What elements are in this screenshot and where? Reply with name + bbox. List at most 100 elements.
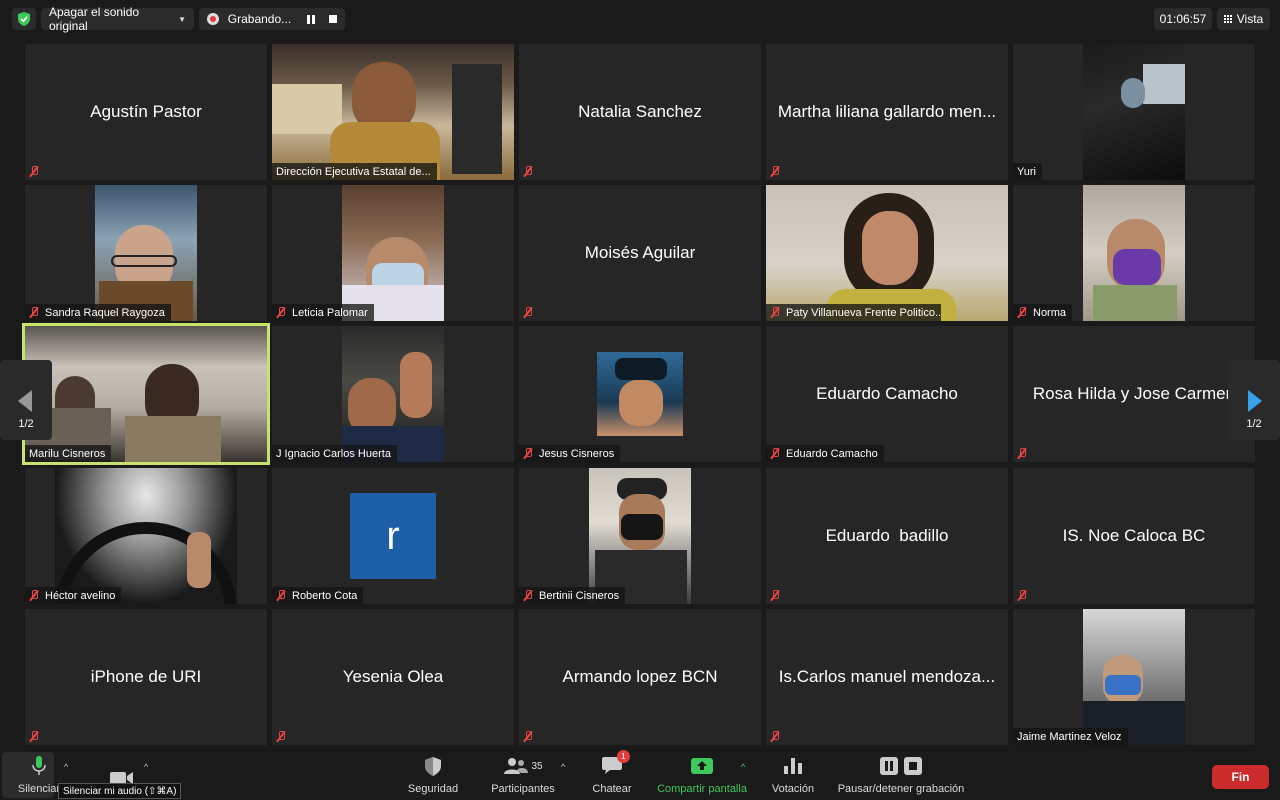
participant-tile[interactable]: iPhone de URI bbox=[25, 609, 267, 745]
video-options-caret-icon[interactable]: ^ bbox=[144, 762, 148, 772]
grid-view-icon bbox=[1223, 15, 1232, 23]
poll-chart-icon bbox=[784, 755, 802, 777]
participant-video-tile[interactable]: Leticia Palomar bbox=[272, 185, 514, 321]
stop-icon[interactable] bbox=[329, 15, 337, 23]
muted-mic-icon bbox=[29, 590, 39, 601]
original-sound-toggle[interactable]: Apagar el sonido original ▼ bbox=[41, 5, 194, 33]
muted-mic-icon bbox=[276, 307, 286, 318]
participants-button[interactable]: 35 Participantes bbox=[486, 748, 560, 800]
audio-options-caret-icon[interactable]: ^ bbox=[64, 762, 68, 772]
muted-mic-icon bbox=[1017, 590, 1027, 601]
chat-badge: 1 bbox=[617, 750, 630, 763]
pause-icon[interactable] bbox=[307, 14, 316, 24]
participant-name: Bertinii Cisneros bbox=[539, 589, 620, 602]
participants-caret-icon[interactable]: ^ bbox=[561, 762, 565, 772]
participant-tile[interactable]: Martha liliana gallardo men... bbox=[766, 44, 1008, 180]
participant-video-tile[interactable]: Jaime Martinez Veloz bbox=[1013, 609, 1255, 745]
participant-video-tile[interactable]: J Ignacio Carlos Huerta bbox=[272, 326, 514, 462]
muted-mic-icon bbox=[523, 590, 533, 601]
active-speaker-tile[interactable]: Marilu Cisneros bbox=[22, 323, 270, 465]
recording-indicator: Grabando... bbox=[199, 8, 345, 30]
participant-label: Jesus Cisneros bbox=[519, 445, 621, 462]
previous-page-button[interactable]: 1/2 bbox=[0, 360, 52, 440]
participant-label: J Ignacio Carlos Huerta bbox=[272, 445, 397, 462]
participant-name: Leticia Palomar bbox=[292, 306, 368, 319]
recording-label: Grabando... bbox=[227, 12, 292, 26]
participant-tile[interactable]: r Roberto Cota bbox=[272, 468, 514, 604]
meeting-toolbar bbox=[0, 748, 1280, 800]
participant-tile[interactable]: Eduardo Camacho Eduardo Camacho bbox=[766, 326, 1008, 462]
share-options-caret-icon[interactable]: ^ bbox=[741, 762, 745, 772]
participant-video-tile[interactable]: Norma bbox=[1013, 185, 1255, 321]
participant-name: Yuri bbox=[1017, 165, 1036, 178]
participant-name: IS. Noe Caloca BC bbox=[1062, 526, 1206, 545]
participant-tile[interactable]: Natalia Sanchez bbox=[519, 44, 761, 180]
participant-video-tile[interactable]: Yuri bbox=[1013, 44, 1255, 180]
muted-mic-icon bbox=[770, 731, 780, 742]
shield-icon bbox=[425, 755, 441, 777]
chat-button[interactable]: 1 Chatear bbox=[588, 748, 636, 800]
caret-down-icon[interactable]: ▼ bbox=[178, 15, 186, 24]
muted-mic-icon bbox=[523, 448, 533, 459]
participant-video-tile[interactable]: Sandra Raquel Raygoza bbox=[25, 185, 267, 321]
poll-label: Votación bbox=[771, 783, 815, 795]
participant-video-tile[interactable]: Héctor avelino bbox=[25, 468, 267, 604]
original-sound-label: Apagar el sonido original bbox=[49, 5, 140, 33]
participant-tile[interactable]: Agustín Pastor bbox=[25, 44, 267, 180]
view-button[interactable]: Vista bbox=[1217, 8, 1270, 30]
arrow-left-icon bbox=[18, 390, 32, 412]
participant-name: J Ignacio Carlos Huerta bbox=[276, 447, 391, 460]
video-feed bbox=[342, 185, 444, 321]
participant-tile[interactable]: Eduardo badillo bbox=[766, 468, 1008, 604]
share-screen-label: Compartir pantalla bbox=[657, 783, 747, 795]
participant-label: Norma bbox=[1013, 304, 1073, 321]
participant-label-name: Eduardo Camacho bbox=[786, 447, 878, 460]
participant-video-tile[interactable]: Bertinii Cisneros bbox=[519, 468, 761, 604]
arrow-right-icon bbox=[1248, 390, 1262, 412]
participant-tile[interactable]: IS. Noe Caloca BC bbox=[1013, 468, 1255, 604]
participant-tile[interactable]: Armando lopez BCN bbox=[519, 609, 761, 745]
avatar: r bbox=[350, 493, 436, 579]
record-icon bbox=[207, 13, 219, 25]
pause-stop-recording-button[interactable]: Pausar/detener grabación bbox=[833, 748, 969, 800]
security-shield-icon[interactable] bbox=[12, 8, 36, 30]
pause-stop-icon bbox=[880, 755, 922, 777]
poll-button[interactable]: Votación bbox=[766, 748, 820, 800]
participant-tile[interactable]: Rosa Hilda y Jose Carmen bbox=[1013, 326, 1255, 462]
share-screen-icon bbox=[691, 755, 713, 777]
participant-video-tile[interactable]: Paty Villanueva Frente Politico... bbox=[766, 185, 1008, 321]
participant-label: Héctor avelino bbox=[25, 587, 122, 604]
tooltip: Silenciar mi audio (⇧⌘A) bbox=[58, 783, 182, 799]
participant-name: Roberto Cota bbox=[292, 589, 358, 602]
participant-name: Is.Carlos manuel mendoza... bbox=[778, 667, 996, 686]
participant-tile[interactable]: Moisés Aguilar bbox=[519, 185, 761, 321]
mute-button[interactable]: Silenciar bbox=[14, 748, 64, 800]
security-label: Seguridad bbox=[407, 783, 459, 795]
participants-count: 35 bbox=[531, 760, 543, 772]
participant-video-tile[interactable]: Dirección Ejecutiva Estatal de... bbox=[272, 44, 514, 180]
muted-mic-icon bbox=[29, 307, 39, 318]
muted-mic-icon bbox=[770, 448, 780, 459]
participants-label: Participantes bbox=[491, 783, 555, 795]
participant-name: Agustín Pastor bbox=[90, 102, 202, 121]
participant-name: Eduardo Camacho bbox=[816, 384, 958, 403]
end-meeting-button[interactable]: Fin bbox=[1212, 765, 1269, 789]
muted-mic-icon bbox=[1017, 448, 1027, 459]
share-screen-button[interactable]: Compartir pantalla bbox=[650, 748, 754, 800]
participant-tile[interactable]: Yesenia Olea bbox=[272, 609, 514, 745]
muted-mic-icon bbox=[276, 590, 286, 601]
mute-label: Silenciar bbox=[17, 783, 61, 795]
security-button[interactable]: Seguridad bbox=[400, 748, 466, 800]
microphone-icon bbox=[32, 755, 46, 777]
muted-mic-icon bbox=[29, 731, 39, 742]
next-page-button[interactable]: 1/2 bbox=[1228, 360, 1280, 440]
chat-label: Chatear bbox=[592, 783, 632, 795]
participant-tile[interactable]: Jesus Cisneros bbox=[519, 326, 761, 462]
video-feed bbox=[272, 44, 514, 180]
participant-label: Leticia Palomar bbox=[272, 304, 374, 321]
participant-tile[interactable]: Is.Carlos manuel mendoza... bbox=[766, 609, 1008, 745]
participant-name: iPhone de URI bbox=[90, 667, 202, 686]
participant-name: Natalia Sanchez bbox=[578, 102, 702, 121]
page-indicator: 1/2 bbox=[18, 418, 34, 430]
muted-mic-icon bbox=[770, 307, 780, 318]
